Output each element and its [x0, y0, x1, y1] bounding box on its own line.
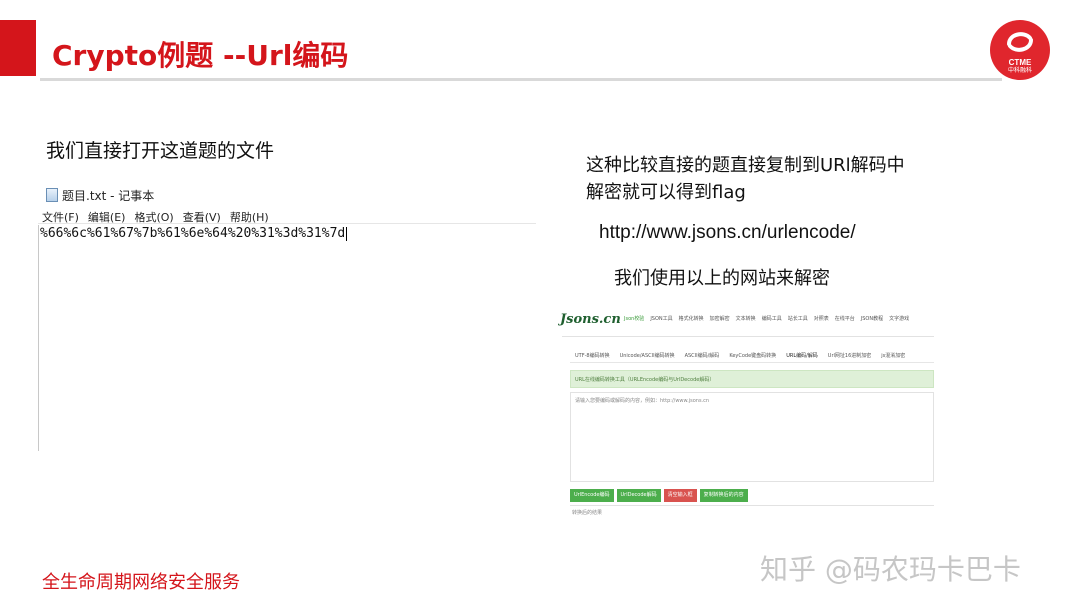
notepad-text-area[interactable]: %66%6c%61%67%7b%61%6e%64%20%31%3d%31%7d: [40, 226, 348, 241]
site-nav-item[interactable]: 编码工具: [762, 315, 782, 322]
url-encode-button[interactable]: UrlEncode编码: [570, 489, 614, 502]
notepad-edge: [38, 225, 39, 451]
copy-result-button[interactable]: 复制转换后的内容: [699, 489, 748, 502]
site-banner-text: URL在线编码转换工具（URLEncode编码与UrlDecode解码）: [575, 377, 715, 383]
site-url: http://www.jsons.cn/urlencode/: [599, 222, 856, 243]
site-tab[interactable]: js混淆加密: [881, 352, 905, 359]
title-divider: [40, 78, 1002, 81]
site-output-label: 转换后的结果: [572, 510, 603, 516]
text-cursor: [346, 226, 348, 241]
site-nav-item[interactable]: 对照表: [814, 315, 829, 322]
site-tab[interactable]: Unicode/ASCII编码转换: [620, 352, 675, 359]
site-tab[interactable]: KeyCode键盘码转换: [729, 352, 776, 359]
title-accent-bar: [0, 20, 36, 76]
footer-slogan: 全生命周期网络安全服务: [42, 572, 240, 593]
site-nav-item[interactable]: 在线平台: [835, 315, 855, 322]
site-nav-item[interactable]: 加密解密: [710, 315, 730, 322]
site-nav: Json校验 JSON工具 格式化转换 加密解密 文本转换 编码工具 站长工具 …: [624, 315, 909, 322]
brand-logo: CTME 中科融科: [990, 20, 1050, 80]
notepad-content: %66%6c%61%67%7b%61%6e%64%20%31%3d%31%7d: [40, 226, 346, 241]
site-tab[interactable]: Url网址16进制加密: [828, 352, 871, 359]
notepad-window: 题目.txt - 记事本 文件(F) 编辑(E) 格式(O) 查看(V) 帮助(…: [38, 183, 536, 451]
notepad-titlebar: 题目.txt - 记事本: [46, 186, 154, 204]
slide-title: Crypto例题 --Url编码: [52, 39, 349, 72]
site-tool-banner: URL在线编码转换工具（URLEncode编码与UrlDecode解码）: [570, 370, 934, 388]
site-tab[interactable]: UTF-8编码转换: [575, 352, 610, 359]
brand-logo-name: CTME: [1008, 58, 1032, 67]
site-nav-item[interactable]: JSON教程: [861, 315, 883, 322]
site-tabs-divider: [570, 362, 934, 363]
notepad-title: 题目.txt - 记事本: [62, 188, 155, 203]
description-line-2: 解密就可以得到flag: [586, 182, 746, 203]
brand-logo-subtitle: 中科融科: [1007, 67, 1032, 74]
site-input-placeholder: 请输入您要编码或解码的内容，例如：http://www.jsons.cn: [575, 398, 710, 404]
description-text: 这种比较直接的题直接复制到URl解码中 解密就可以得到flag: [586, 152, 905, 206]
site-nav-item[interactable]: 站长工具: [788, 315, 808, 322]
notepad-menu-divider: [38, 223, 536, 224]
site-logo: Jsons.cn: [560, 312, 621, 327]
site-header-divider: [562, 336, 934, 337]
site-nav-item[interactable]: 格式化转换: [679, 315, 704, 322]
site-nav-item[interactable]: Json校验: [624, 315, 644, 322]
url-decode-button[interactable]: UrlDecode解码: [616, 489, 661, 502]
usage-text: 我们使用以上的网站来解密: [614, 268, 830, 289]
notepad-file-icon: [46, 188, 58, 202]
watermark: 知乎 @码农玛卡巴卡: [760, 553, 1021, 586]
site-nav-item[interactable]: JSON工具: [650, 315, 672, 322]
description-line-1: 这种比较直接的题直接复制到URl解码中: [586, 155, 905, 176]
site-nav-item[interactable]: 文字游戏: [889, 315, 909, 322]
site-input-textarea[interactable]: 请输入您要编码或解码的内容，例如：http://www.jsons.cn: [570, 392, 934, 482]
intro-text: 我们直接打开这道题的文件: [46, 140, 275, 162]
site-tabs: UTF-8编码转换 Unicode/ASCII编码转换 ASCII编码/解码 K…: [575, 352, 905, 359]
site-output-divider: [570, 505, 934, 506]
site-tab-active[interactable]: URL编码/解码: [786, 352, 818, 359]
website-screenshot: Jsons.cn Json校验 JSON工具 格式化转换 加密解密 文本转换 编…: [556, 302, 938, 524]
site-button-group: UrlEncode编码 UrlDecode解码 清空输入框 复制转换后的内容: [570, 489, 748, 502]
site-tab[interactable]: ASCII编码/解码: [685, 352, 720, 359]
site-nav-item[interactable]: 文本转换: [736, 315, 756, 322]
clear-input-button[interactable]: 清空输入框: [663, 489, 697, 502]
brand-swirl-icon: [1007, 32, 1033, 52]
